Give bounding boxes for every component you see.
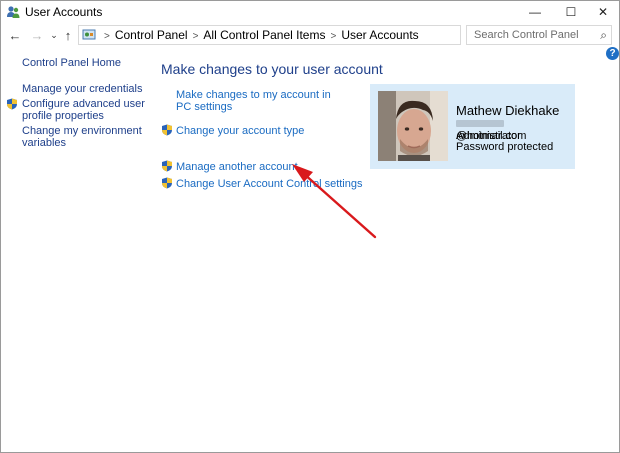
uac-shield-icon [162, 160, 172, 172]
uac-shield-icon [7, 98, 17, 110]
forward-button[interactable]: → [29, 27, 45, 43]
page-title: Make changes to your user account [161, 61, 383, 77]
up-button[interactable]: ↑ [60, 27, 76, 43]
control-panel-icon [82, 29, 96, 40]
breadcrumb-separator[interactable]: > [193, 31, 199, 42]
search-box[interactable]: Search Control Panel ⌕ [466, 25, 612, 45]
user-accounts-app-icon [7, 6, 20, 18]
up-arrow-icon: ↑ [64, 27, 72, 43]
sidebar-item-manage-credentials[interactable]: Manage your credentials [22, 83, 147, 95]
help-icon[interactable]: ? [606, 47, 619, 60]
task-pc-settings-link[interactable]: Make changes to my account in PC setting… [176, 89, 346, 113]
minimize-button[interactable]: — [517, 1, 553, 23]
back-button[interactable]: ← [7, 27, 23, 43]
breadcrumb: > Control Panel > All Control Panel Items > U… [99, 28, 419, 42]
breadcrumb-separator[interactable]: > [330, 31, 336, 42]
search-icon[interactable]: ⌕ [600, 28, 607, 43]
search-input[interactable]: Search Control Panel [474, 29, 579, 41]
sidebar-item-advanced-profile[interactable]: Configure advanced user profile properti… [22, 98, 147, 122]
back-arrow-icon: ← [8, 27, 22, 43]
forward-arrow-icon: → [30, 27, 44, 43]
annotation-arrow [292, 164, 377, 239]
task-change-account-type-link[interactable]: Change your account type [176, 125, 304, 137]
maximize-button[interactable]: ☐ [553, 1, 589, 23]
password-status: Password protected [456, 141, 554, 153]
breadcrumb-user-accounts[interactable]: User Accounts [341, 28, 418, 42]
user-photo [378, 91, 448, 161]
task-manage-another-account-link[interactable]: Manage another account [176, 161, 298, 173]
uac-shield-icon [162, 177, 172, 189]
avatar[interactable] [378, 91, 448, 161]
close-button[interactable]: ✕ [585, 1, 620, 23]
breadcrumb-separator: > [104, 31, 110, 42]
title-bar: User Accounts — ☐ ✕ [1, 1, 619, 23]
account-card: Mathew Diekhake @hotmail.com Administrat… [370, 84, 575, 169]
address-row: ← → ⌄ ↑ > Control Panel > All Control Panel… [1, 24, 619, 48]
user-accounts-window: User Accounts — ☐ ✕ ← → ⌄ ↑ > Control Pan… [0, 0, 620, 453]
email-redaction [456, 120, 504, 127]
chevron-down-icon: ⌄ [50, 29, 58, 40]
account-name: Mathew Diekhake [456, 103, 560, 118]
sidebar-item-control-panel-home[interactable]: Control Panel Home [22, 57, 147, 69]
window-title: User Accounts [25, 5, 103, 19]
uac-shield-icon [162, 124, 172, 136]
maximize-icon: ☐ [565, 5, 577, 19]
breadcrumb-all-items[interactable]: All Control Panel Items [203, 28, 325, 42]
close-icon: ✕ [597, 5, 609, 19]
sidebar-item-environment-variables[interactable]: Change my environment variables [22, 125, 147, 149]
address-bar[interactable]: > Control Panel > All Control Panel Items > U… [78, 25, 536, 45]
breadcrumb-control-panel[interactable]: Control Panel [115, 28, 188, 42]
minimize-icon: — [529, 5, 541, 19]
